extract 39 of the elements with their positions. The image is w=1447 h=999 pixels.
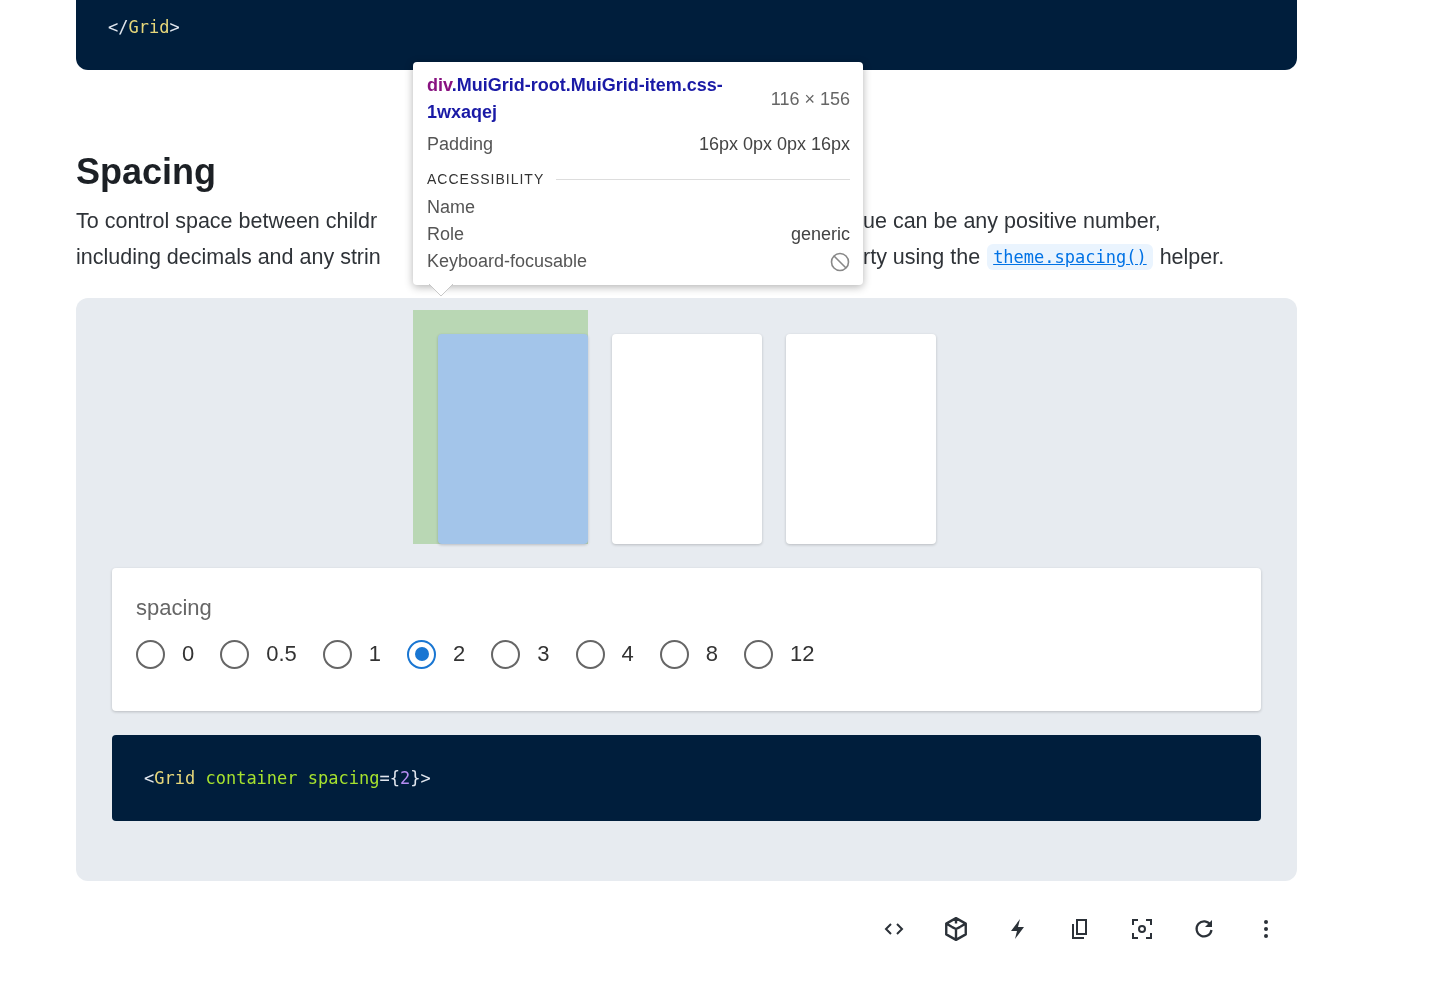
property-label: Keyboard-focusable xyxy=(427,250,588,273)
code-link[interactable]: theme.spacing() xyxy=(987,244,1153,270)
radio-option[interactable]: 8 xyxy=(659,639,719,669)
radio-button[interactable] xyxy=(220,639,250,669)
code-line: </Grid> xyxy=(108,16,181,39)
radio-button[interactable] xyxy=(744,639,774,669)
blocked-icon xyxy=(830,251,850,272)
radio-button[interactable] xyxy=(136,639,165,669)
radio-button[interactable] xyxy=(407,639,437,669)
radio-group-label: spacing xyxy=(136,594,213,622)
element-selector: div.MuiGrid-root.MuiGrid-item.css-1wxaqej xyxy=(427,74,724,124)
property-label: Name xyxy=(427,196,475,219)
radio-option[interactable]: 2 xyxy=(407,639,466,669)
radio-option[interactable]: 0.5 xyxy=(220,639,297,669)
radio-button[interactable] xyxy=(575,639,605,669)
property-value: generic xyxy=(790,223,850,246)
screenshot-icon xyxy=(1130,917,1154,941)
radio-option[interactable]: 0 xyxy=(136,639,195,669)
radio-option[interactable]: 4 xyxy=(575,639,634,669)
element-size: 116 × 156 xyxy=(770,88,850,110)
paragraph-text: helper. xyxy=(1159,244,1225,271)
radio-button[interactable] xyxy=(322,639,352,669)
property-label: Role xyxy=(427,223,465,246)
property-value: 16px 0px 0px 16px xyxy=(698,133,850,156)
section-heading: Spacing xyxy=(76,150,217,194)
section-title: ACCESSIBILITY xyxy=(427,170,545,189)
paragraph-text: ue can be any positive number, xyxy=(863,208,1161,235)
code-line: <Grid container spacing={2}> xyxy=(144,767,432,790)
paragraph-text: To control space between childr xyxy=(76,208,379,235)
paragraph-text: rty using the xyxy=(863,244,981,271)
radio-option[interactable]: 12 xyxy=(744,639,815,669)
radio-button[interactable] xyxy=(491,639,521,669)
property-label: Padding xyxy=(427,133,494,156)
radio-option[interactable]: 3 xyxy=(491,639,550,669)
paragraph-text: including decimals and any strin xyxy=(76,244,382,271)
radio-button[interactable] xyxy=(659,639,689,669)
cube-icon xyxy=(943,916,969,942)
radio-option[interactable]: 1 xyxy=(322,639,382,669)
more-icon xyxy=(1264,920,1268,938)
